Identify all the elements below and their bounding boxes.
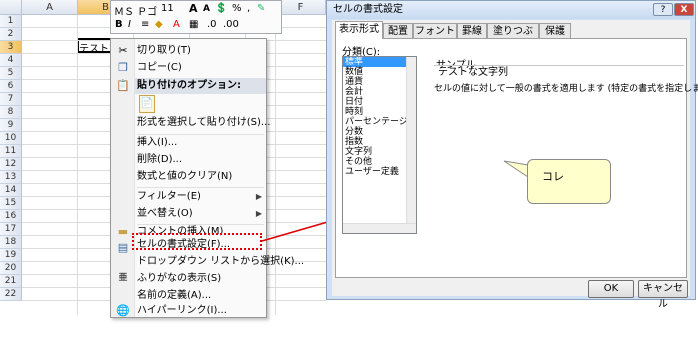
tab-font[interactable]: フォント — [413, 23, 457, 38]
cancel-button[interactable]: キャンセル — [638, 280, 688, 310]
tab-fill[interactable]: 塗りつぶし — [487, 23, 539, 52]
annotation-callout: コレ — [527, 159, 611, 204]
help-button[interactable]: ? — [653, 3, 673, 16]
tab-alignment[interactable]: 配置 — [383, 23, 413, 38]
listbox-horizontal-scrollbar[interactable] — [343, 223, 416, 233]
sample-value: テストな文字列 — [434, 65, 684, 78]
callout-text: コレ — [542, 170, 564, 183]
format-cells-dialog: セルの書式設定 ? X 表示形式 配置 フォント 罫線 塗りつぶし 保護 分類(… — [326, 0, 698, 310]
dialog-title: セルの書式設定 — [327, 1, 695, 19]
close-button[interactable]: X — [674, 3, 694, 16]
ok-button[interactable]: OK — [588, 280, 634, 298]
tab-border[interactable]: 罫線 — [457, 23, 487, 38]
annotation-arrow-line — [261, 220, 332, 242]
callout-tail-shape — [503, 160, 529, 178]
tab-protection[interactable]: 保護 — [539, 23, 571, 38]
format-description: セルの値に対して一般の書式を適用します (特定の書式を指定しません)。 — [434, 84, 698, 94]
listbox-vertical-scrollbar[interactable] — [406, 57, 416, 233]
tab-number[interactable]: 表示形式 — [335, 21, 383, 39]
category-listbox[interactable]: 標準 数値 通貨 会計 日付 時刻 パーセンテージ 分数 指数 文字列 その他 ユーザー定義 — [342, 56, 417, 234]
